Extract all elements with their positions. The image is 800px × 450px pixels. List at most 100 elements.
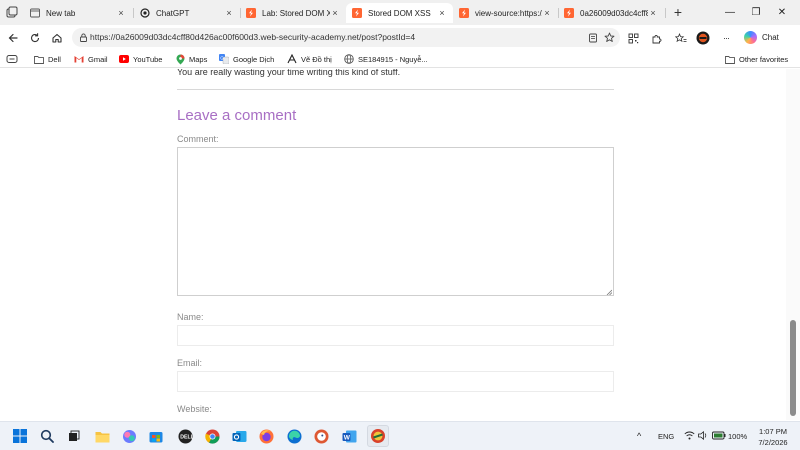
tab-close-icon[interactable]: × <box>224 8 234 18</box>
tray-overflow-chevron[interactable]: ^ <box>637 431 641 441</box>
globe-icon <box>344 54 354 64</box>
bookmark-dell[interactable]: Dell <box>34 53 61 65</box>
tab-close-icon[interactable]: × <box>437 8 447 18</box>
tab-chatgpt[interactable]: ChatGPT × <box>134 3 240 23</box>
bookmark-maps[interactable]: Maps <box>175 53 207 65</box>
taskbar: DELL W ^ ENG 100% 1:07 PM 7/2/2026 <box>0 421 800 450</box>
more-options-icon[interactable]: ··· <box>718 30 734 46</box>
dell-icon[interactable]: DELL <box>177 428 193 444</box>
firefox-icon[interactable] <box>258 428 274 444</box>
bookmark-label: Other favorites <box>739 54 789 64</box>
favorites-icon[interactable] <box>673 30 689 46</box>
url-text: https://0a26009d03dc4cff80d426ac00f600d3… <box>90 32 416 42</box>
tab-close-icon[interactable]: × <box>116 8 126 18</box>
favorite-star-icon[interactable] <box>603 31 616 44</box>
bookmark-label: YouTube <box>133 54 163 64</box>
refresh-icon[interactable] <box>27 30 43 46</box>
page-content: You are really wasting your time writing… <box>0 69 786 420</box>
bookmark-label: Gmail <box>88 54 108 64</box>
portswigger-icon <box>246 8 256 18</box>
tab-title: Lab: Stored DOM XSS <box>262 8 330 18</box>
microsoft-store-icon[interactable] <box>148 428 164 444</box>
resize-grip-icon[interactable] <box>606 288 613 296</box>
tab-lab-host[interactable]: 0a26009d03dc4cff80 × <box>558 3 664 23</box>
bookmark-se184915[interactable]: SE184915 - Nguyễ... <box>344 53 428 65</box>
address-bar[interactable]: https://0a26009d03dc4cff80d426ac00f600d3… <box>72 28 620 47</box>
name-input[interactable] <box>177 325 614 346</box>
bookmark-label: Maps <box>189 54 208 64</box>
bookmark-youtube[interactable]: YouTube <box>119 53 162 65</box>
active-app-icon[interactable] <box>367 425 389 447</box>
profile-avatar[interactable] <box>695 30 711 46</box>
page-scrollbar[interactable] <box>786 69 800 420</box>
maps-icon <box>175 54 185 64</box>
comment-textarea[interactable] <box>177 147 614 296</box>
bookmark-other-favorites[interactable]: Other favorites <box>725 53 788 65</box>
word-icon[interactable]: W <box>341 428 357 444</box>
bookmarks-menu-icon[interactable] <box>6 53 18 65</box>
search-icon[interactable] <box>39 428 55 444</box>
bookmark-label: SE184915 - Nguyễ... <box>358 54 428 64</box>
tab-stored-dom-xss[interactable]: Stored DOM XSS × <box>346 3 453 23</box>
lock-icon[interactable] <box>78 32 89 43</box>
restore-button[interactable]: ❐ <box>744 4 768 20</box>
name-label: Name: <box>177 312 204 322</box>
tab-new-tab[interactable]: New tab × <box>24 3 132 23</box>
bookmark-label: Vẽ Đồ thị <box>301 54 332 64</box>
youtube-icon <box>119 54 129 64</box>
scrollbar-thumb[interactable] <box>790 320 796 416</box>
qr-code-icon[interactable] <box>625 30 641 46</box>
copilot-chat-button[interactable]: Chat <box>740 28 790 47</box>
email-input[interactable] <box>177 371 614 392</box>
tab-lab-stored-dom-xss[interactable]: Lab: Stored DOM XSS × <box>240 3 346 23</box>
wifi-icon[interactable] <box>683 429 695 441</box>
browser-toolbar: https://0a26009d03dc4cff80d426ac00f600d3… <box>0 25 800 50</box>
language-indicator[interactable]: ENG <box>658 432 674 441</box>
bookmark-google-dich[interactable]: G Google Dịch <box>219 53 274 65</box>
translate-icon: G <box>219 54 229 64</box>
windows-start-icon[interactable] <box>12 428 28 444</box>
bookmark-label: Dell <box>48 54 61 64</box>
svg-text:G: G <box>220 55 224 60</box>
copilot-app-icon[interactable] <box>121 428 137 444</box>
tab-close-icon[interactable]: × <box>542 8 552 18</box>
bookmarks-bar: Dell Gmail YouTube Maps G Google Dịch Vẽ… <box>0 50 800 68</box>
new-tab-button[interactable]: + <box>671 4 685 20</box>
tab-title: view-source:https://0 <box>475 8 542 18</box>
task-view-icon[interactable] <box>66 428 82 444</box>
previous-comment-text: You are really wasting your time writing… <box>177 69 401 77</box>
clock-date: 7/2/2026 <box>758 438 788 447</box>
file-explorer-icon[interactable] <box>94 428 110 444</box>
new-tab-icon <box>30 8 40 18</box>
tab-view-source[interactable]: view-source:https://0 × <box>453 3 558 23</box>
duckduckgo-icon[interactable] <box>313 428 329 444</box>
minimize-button[interactable]: — <box>718 4 742 20</box>
svg-text:DELL: DELL <box>180 434 193 440</box>
home-icon[interactable] <box>49 30 65 46</box>
gmail-icon <box>74 54 84 64</box>
extensions-icon[interactable] <box>648 30 664 46</box>
chrome-icon[interactable] <box>204 428 220 444</box>
tab-strip: New tab × ChatGPT × Lab: Stored DOM XSS … <box>0 0 800 25</box>
bookmark-ve-do-thi[interactable]: Vẽ Đồ thị <box>287 53 332 65</box>
close-window-button[interactable]: ✕ <box>770 4 794 20</box>
svg-text:W: W <box>343 434 350 441</box>
reader-view-icon[interactable] <box>586 31 599 44</box>
folder-icon <box>725 54 735 64</box>
clock-time: 1:07 PM <box>759 427 787 436</box>
battery-icon[interactable] <box>712 429 726 441</box>
tab-close-icon[interactable]: × <box>648 8 658 18</box>
graph-icon <box>287 54 297 64</box>
tab-title: New tab <box>46 8 76 18</box>
bookmark-gmail[interactable]: Gmail <box>74 53 108 65</box>
tab-close-icon[interactable]: × <box>330 8 340 18</box>
outlook-icon[interactable] <box>231 428 247 444</box>
edge-icon[interactable] <box>286 428 302 444</box>
taskbar-clock[interactable]: 1:07 PM 7/2/2026 <box>752 426 794 448</box>
tab-actions-icon[interactable] <box>4 4 20 20</box>
volume-icon[interactable] <box>697 429 709 441</box>
back-icon[interactable] <box>5 30 21 46</box>
leave-comment-heading: Leave a comment <box>177 107 297 124</box>
chat-label: Chat <box>762 33 779 42</box>
tab-title: Stored DOM XSS <box>368 8 431 18</box>
